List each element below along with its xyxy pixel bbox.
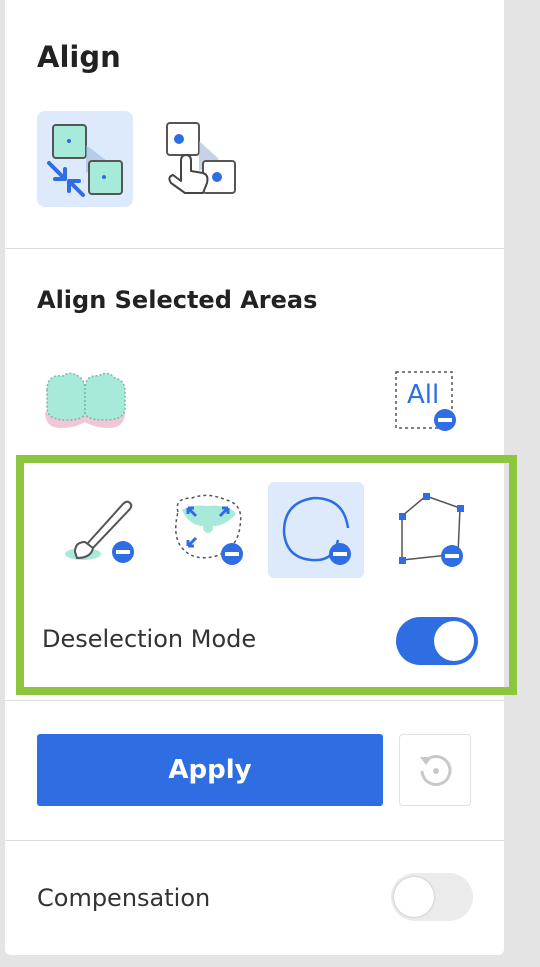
lasso-deselect-button[interactable] bbox=[268, 482, 364, 578]
brush-deselect-button[interactable] bbox=[53, 482, 149, 578]
divider bbox=[5, 700, 504, 701]
deselection-mode-label: Deselection Mode bbox=[42, 625, 257, 653]
reset-button[interactable] bbox=[399, 734, 471, 806]
deselect-tools-group: Deselection Mode bbox=[16, 455, 517, 695]
polygon-deselect-icon bbox=[399, 493, 464, 567]
all-label: All bbox=[407, 380, 440, 410]
manual-point-align-icon bbox=[166, 122, 236, 194]
align-panel: Align Align Selected Areas All Deselecti… bbox=[5, 0, 517, 955]
auto-align-icon bbox=[47, 124, 123, 197]
compensation-label: Compensation bbox=[37, 884, 211, 912]
smart-region-deselect-button[interactable] bbox=[160, 482, 256, 578]
deselect-all-button[interactable]: All bbox=[395, 370, 467, 434]
compensation-toggle[interactable] bbox=[391, 873, 473, 921]
align-areas-title: Align Selected Areas bbox=[37, 286, 318, 314]
align-title: Align bbox=[37, 40, 121, 74]
lasso-deselect-icon bbox=[282, 496, 351, 565]
auto-align-button[interactable] bbox=[37, 111, 133, 207]
divider bbox=[5, 840, 504, 841]
brush-deselect-icon bbox=[65, 500, 134, 563]
apply-button[interactable]: Apply bbox=[37, 734, 383, 806]
teeth-selection-icon bbox=[45, 372, 126, 428]
reset-icon bbox=[420, 755, 452, 786]
teeth-selection-button[interactable] bbox=[41, 366, 131, 436]
divider bbox=[5, 248, 504, 249]
toggle-knob bbox=[394, 877, 434, 917]
smart-region-deselect-icon bbox=[175, 494, 243, 565]
toggle-knob bbox=[434, 621, 474, 661]
manual-point-align-button[interactable] bbox=[155, 111, 251, 207]
deselection-mode-toggle[interactable] bbox=[396, 617, 478, 665]
polygon-deselect-button[interactable] bbox=[384, 482, 480, 578]
